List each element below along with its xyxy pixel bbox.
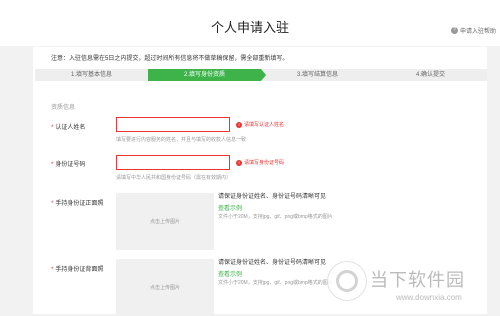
id-front-desc: 请保证身份证姓名、身份证号码清晰可见 [218,194,327,200]
id-front-requirements: 文件小于20M，支持jpg、gif、png或bmp格式的图片 [218,214,333,220]
watermark: 当下软件园 www.downxia.com [328,262,496,308]
name-label: * 认证人姓名 [51,125,86,131]
section-title: 资质信息 [51,105,76,111]
step-confirm: 4.确认提交 [374,69,487,81]
id-front-example-link[interactable]: 查看示例 [218,203,242,212]
watermark-title: 当下软件园 [370,270,465,290]
header: 个人申请入驻 ? 申请入驻帮助 [0,0,500,46]
watermark-url: www.downxia.com [396,293,462,302]
help-link-label: 申请入驻帮助 [459,29,496,35]
notice-prefix: 注意： [51,56,70,62]
watermark-logo-icon [328,262,366,300]
step-settlement: 3.填写结算信息 [261,69,374,81]
error-icon: ! [236,121,242,128]
id-back-example-link[interactable]: 查看示例 [218,269,242,278]
name-hint: 填写要进行内容服务的姓名，并且与填写的收款人信息一致 [116,137,247,143]
id-number-hint: 请填写中华人民共和国身份证号码（需在有效期内） [116,175,232,181]
step-basic-info: 1.填写基本信息 [35,69,148,81]
id-back-desc: 请保证身份证姓名、身份证号码清晰可见 [218,260,327,266]
id-number-input[interactable] [116,155,230,170]
name-error: ! 请填写认证人姓名 [236,121,284,128]
id-front-label: * 手持身份证正面照 [51,201,104,207]
step-label: 4.确认提交 [415,72,445,78]
id-back-requirements: 文件小于20M，支持jpg、gif、png或bmp格式的图片 [218,280,333,286]
id-back-label: * 手持身份证背面照 [51,267,104,273]
id-number-error: ! 请填写身份证号码 [236,159,284,166]
progress-steps: 1.填写基本信息 2.填写身份资质 3.填写结算信息 4.确认提交 [35,69,487,81]
name-input[interactable] [116,117,230,132]
step-label: 3.填写结算信息 [296,72,338,78]
step-label: 2.填写身份资质 [183,72,225,78]
notice-body: 入驻信息需在5日之内提交，超过时间所有信息将不做草稿保留，需全部重新填写。 [69,56,289,62]
page-title: 个人申请入驻 [210,20,289,35]
step-arrow [261,69,266,81]
error-icon: ! [236,159,242,166]
help-icon: ? [450,27,458,34]
id-number-label: * 身份证号码 [51,162,86,168]
id-back-upload[interactable]: 点击上传图片 [116,259,214,316]
help-link[interactable]: ? 申请入驻帮助 [450,26,496,35]
notice-text: 注意：入驻信息需在5日之内提交，超过时间所有信息将不做草稿保留，需全部重新填写。 [51,53,288,62]
step-identity: 2.填写身份资质 [148,69,266,81]
id-front-upload[interactable]: 点击上传图片 [116,193,214,250]
step-label: 1.填写基本信息 [70,72,112,78]
